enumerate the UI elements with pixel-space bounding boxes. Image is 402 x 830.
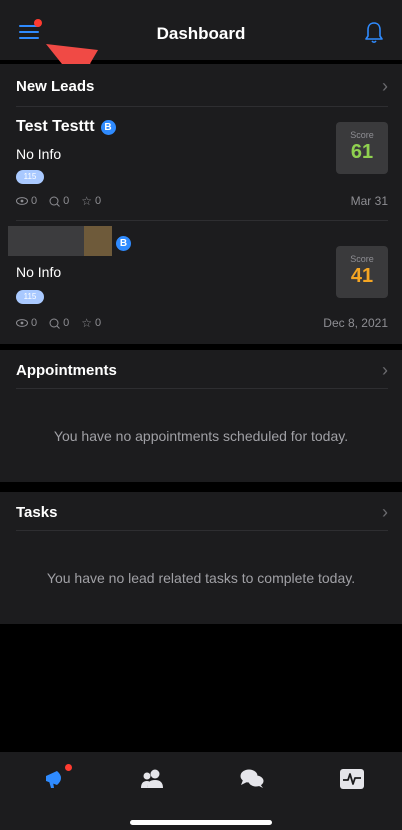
section-title: Tasks <box>16 503 58 521</box>
lead-date: Mar 31 <box>350 194 388 208</box>
views-count: 0 <box>31 317 38 329</box>
home-indicator <box>130 820 272 825</box>
lead-tag: 115 <box>16 170 44 184</box>
lead-name-text: Test Testtt <box>16 118 95 135</box>
stars-count: 0 <box>95 317 102 329</box>
score-box: Score 41 <box>336 246 388 298</box>
tasks-section: Tasks › You have no lead related tasks t… <box>0 492 402 624</box>
lead-name: Test Testtt B <box>16 118 116 136</box>
appointments-empty-message: You have no appointments scheduled for t… <box>53 428 349 444</box>
divider <box>16 530 388 531</box>
lead-badge: B <box>100 119 116 135</box>
views-stat: 0 <box>16 317 37 329</box>
section-title: Appointments <box>16 361 117 379</box>
people-icon <box>141 769 163 788</box>
lead-stats: 0 0 ☆ 0 <box>16 316 101 330</box>
divider <box>16 220 388 221</box>
lead-name: B <box>116 236 131 251</box>
comment-icon <box>49 318 60 329</box>
chevron-right-icon: › <box>382 75 388 96</box>
star-icon: ☆ <box>81 194 93 208</box>
score-value: 41 <box>350 265 374 287</box>
chevron-right-icon: › <box>382 501 388 522</box>
eye-icon <box>16 197 28 205</box>
lead-tag: 115 <box>16 290 44 304</box>
new-leads-section: New Leads › Test Testtt B No Info 115 0 … <box>0 64 402 344</box>
new-leads-header[interactable]: New Leads › <box>16 66 388 106</box>
lead-badge: B <box>116 236 131 251</box>
comments-stat: 0 <box>49 195 69 207</box>
views-count: 0 <box>31 195 38 207</box>
views-stat: 0 <box>16 195 37 207</box>
chevron-right-icon: › <box>382 359 388 380</box>
redacted-name <box>8 226 112 256</box>
lead-card[interactable]: Test Testtt B No Info 115 0 0 ☆ 0 Mar 31… <box>0 110 402 232</box>
section-title: New Leads <box>16 77 95 95</box>
lead-date: Dec 8, 2021 <box>323 316 388 330</box>
score-value: 61 <box>350 141 374 163</box>
lead-info: No Info <box>16 264 62 280</box>
bell-icon <box>365 22 383 44</box>
lead-card[interactable]: B No Info 115 0 0 ☆ 0 Dec 8, 2021 Score … <box>0 224 402 346</box>
comments-count: 0 <box>63 317 70 329</box>
stars-count: 0 <box>95 195 102 207</box>
stars-stat: ☆ 0 <box>81 316 101 330</box>
megaphone-icon <box>46 771 61 788</box>
redaction-block <box>84 226 112 256</box>
tab-contacts[interactable] <box>132 764 172 794</box>
chat-bubbles-icon <box>240 769 264 788</box>
comments-count: 0 <box>63 195 70 207</box>
comments-stat: 0 <box>49 317 69 329</box>
eye-icon <box>16 319 28 327</box>
tab-leads[interactable] <box>36 764 76 794</box>
divider <box>16 388 388 389</box>
top-bar: Dashboard <box>0 0 402 60</box>
appointments-header[interactable]: Appointments › <box>16 350 388 390</box>
divider <box>16 106 388 107</box>
tab-activity[interactable] <box>332 764 372 794</box>
score-label: Score <box>350 254 374 264</box>
notification-dot <box>65 764 72 771</box>
activity-icon <box>340 769 364 789</box>
tasks-header[interactable]: Tasks › <box>16 492 388 532</box>
tab-messages[interactable] <box>232 764 272 794</box>
redaction-block <box>8 226 84 256</box>
comment-icon <box>49 196 60 207</box>
score-box: Score 61 <box>336 122 388 174</box>
lead-info: No Info <box>16 146 62 162</box>
star-icon: ☆ <box>81 316 93 330</box>
stars-stat: ☆ 0 <box>81 194 101 208</box>
tasks-empty-message: You have no lead related tasks to comple… <box>46 570 356 586</box>
notifications-button[interactable] <box>362 20 386 46</box>
lead-stats: 0 0 ☆ 0 <box>16 194 101 208</box>
tab-bar <box>0 752 402 830</box>
score-label: Score <box>350 130 374 140</box>
page-title: Dashboard <box>156 24 246 43</box>
appointments-section: Appointments › You have no appointments … <box>0 350 402 482</box>
